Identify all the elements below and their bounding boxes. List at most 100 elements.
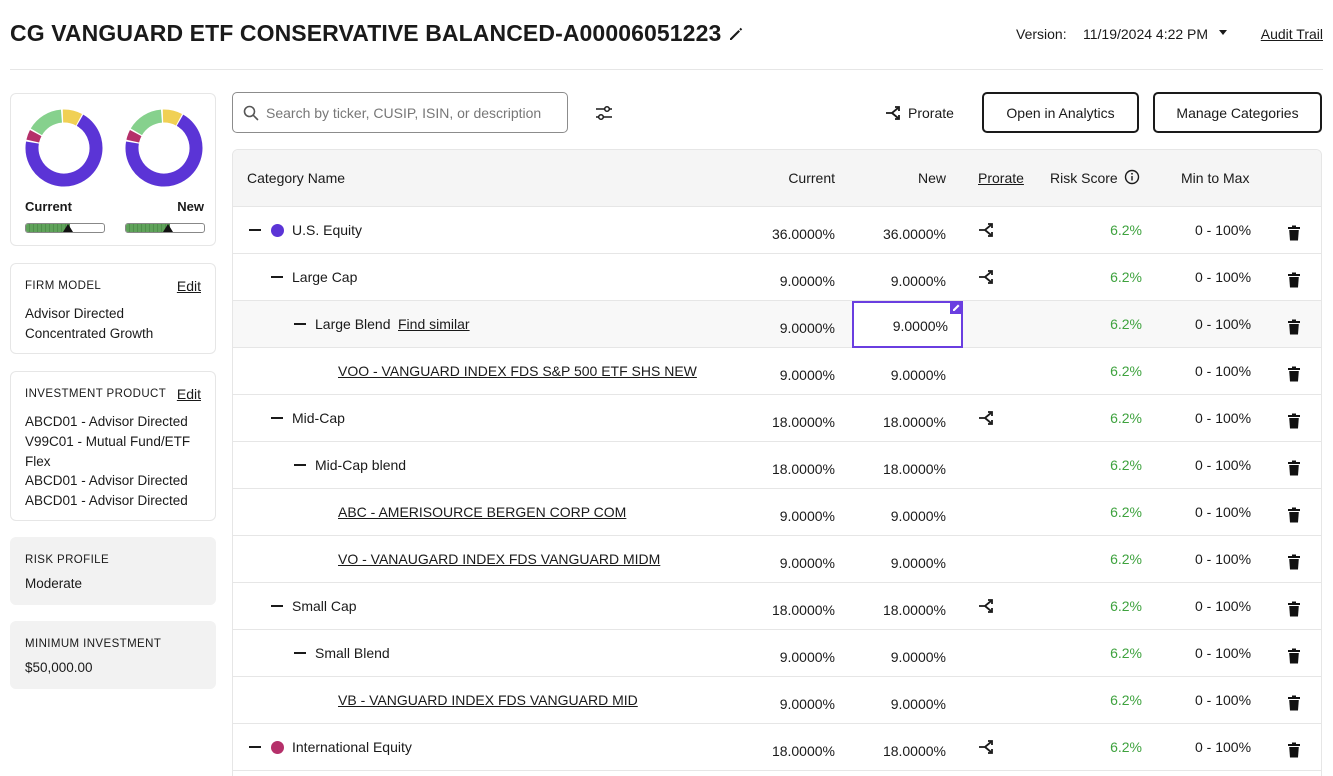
trash-icon[interactable] xyxy=(1287,742,1301,758)
new-value[interactable]: 18.0000% xyxy=(883,602,946,618)
risk-score: 6.2% xyxy=(1110,645,1142,661)
search-input[interactable] xyxy=(266,93,561,132)
min-max: 0 - 100% xyxy=(1195,269,1252,285)
security-link[interactable]: VOO - VANGUARD INDEX FDS S&P 500 ETF SHS… xyxy=(338,363,697,379)
column-header-prorate[interactable]: Prorate xyxy=(978,170,1024,186)
security-link[interactable]: VO - VANAUGARD INDEX FDS VANGUARD MIDM xyxy=(338,551,660,567)
category-name: U.S. Equity xyxy=(292,222,363,238)
table-row: Large Cap 9.0000% 9.0000% 6.2% 0 - 100% xyxy=(233,254,1321,301)
prorate-icon[interactable] xyxy=(977,268,995,286)
min-max: 0 - 100% xyxy=(1195,363,1252,379)
new-value[interactable]: 36.0000% xyxy=(883,226,946,242)
version-select[interactable]: 11/19/2024 4:22 PM xyxy=(1083,26,1208,42)
risk-score: 6.2% xyxy=(1110,551,1142,567)
investment-product-heading: INVESTMENT PRODUCT xyxy=(25,388,167,400)
new-value[interactable]: 9.0000% xyxy=(891,367,946,383)
current-value: 9.0000% xyxy=(779,508,835,524)
new-value-input[interactable] xyxy=(854,303,961,346)
trash-icon[interactable] xyxy=(1287,601,1301,617)
new-value[interactable]: 9.0000% xyxy=(891,273,946,289)
collapse-icon[interactable] xyxy=(271,605,283,607)
category-name: Large Cap xyxy=(292,269,358,285)
prorate-button[interactable]: Prorate xyxy=(884,103,954,123)
security-link[interactable]: ABC - AMERISOURCE BERGEN CORP COM xyxy=(338,504,626,520)
manage-categories-button[interactable]: Manage Categories xyxy=(1153,92,1322,133)
security-link[interactable]: VB - VANGUARD INDEX FDS VANGUARD MID xyxy=(338,692,638,708)
allocation-table: Category Name Current New Prorate Risk S… xyxy=(232,149,1322,776)
collapse-icon[interactable] xyxy=(249,746,261,748)
trash-icon[interactable] xyxy=(1287,413,1301,429)
page-header: CG VANGUARD ETF CONSERVATIVE BALANCED-A0… xyxy=(10,0,1323,70)
new-value[interactable]: 9.0000% xyxy=(891,555,946,571)
category-name: Large Blend xyxy=(315,316,391,332)
table-row: Small Blend 9.0000% 9.0000% 6.2% 0 - 100… xyxy=(233,630,1321,677)
version-label: Version: xyxy=(1016,26,1067,42)
risk-profile-card: RISK PROFILE Moderate xyxy=(10,537,216,605)
minimum-investment-value: $50,000.00 xyxy=(25,660,93,675)
trash-icon[interactable] xyxy=(1287,460,1301,476)
column-header-current: Current xyxy=(788,170,835,186)
table-row: VB - VANGUARD INDEX FDS VANGUARD MID 9.0… xyxy=(233,677,1321,724)
collapse-icon[interactable] xyxy=(249,229,261,231)
caret-down-icon[interactable] xyxy=(1216,25,1230,39)
category-name: Small Blend xyxy=(315,645,390,661)
collapse-icon[interactable] xyxy=(271,417,283,419)
trash-icon[interactable] xyxy=(1287,366,1301,382)
trash-icon[interactable] xyxy=(1287,648,1301,664)
current-value: 9.0000% xyxy=(779,696,835,712)
trash-icon[interactable] xyxy=(1287,225,1301,241)
current-value: 9.0000% xyxy=(779,273,835,289)
prorate-icon[interactable] xyxy=(977,738,995,756)
table-row: Mid-Cap blend 18.0000% 18.0000% 6.2% 0 -… xyxy=(233,442,1321,489)
table-row: VO - VANAUGARD INDEX FDS VANGUARD MIDM 9… xyxy=(233,536,1321,583)
risk-score: 6.2% xyxy=(1110,457,1142,473)
new-value[interactable]: 18.0000% xyxy=(883,414,946,430)
collapse-icon[interactable] xyxy=(271,276,283,278)
new-label: New xyxy=(177,199,204,214)
investment-product-values: ABCD01 - Advisor Directed V99C01 - Mutua… xyxy=(25,412,190,511)
find-similar-link[interactable]: Find similar xyxy=(398,316,470,332)
open-in-analytics-button[interactable]: Open in Analytics xyxy=(982,92,1139,133)
table-row: Large Blend Find similar 9.0000% 6.2% 0 … xyxy=(233,301,1321,348)
audit-trail-link[interactable]: Audit Trail xyxy=(1261,26,1323,42)
current-value: 9.0000% xyxy=(779,555,835,571)
category-name: International Equity xyxy=(292,739,412,755)
min-max: 0 - 100% xyxy=(1195,598,1252,614)
trash-icon[interactable] xyxy=(1287,554,1301,570)
trash-icon[interactable] xyxy=(1287,319,1301,335)
prorate-icon[interactable] xyxy=(977,597,995,615)
prorate-icon[interactable] xyxy=(977,221,995,239)
allocation-charts-card: Current New xyxy=(10,93,216,246)
min-max: 0 - 100% xyxy=(1195,551,1252,567)
trash-icon[interactable] xyxy=(1287,695,1301,711)
new-value[interactable]: 18.0000% xyxy=(883,743,946,759)
pencil-icon[interactable] xyxy=(727,25,745,43)
investment-product-edit-link[interactable]: Edit xyxy=(177,386,201,402)
collapse-icon[interactable] xyxy=(294,323,306,325)
collapse-icon[interactable] xyxy=(294,652,306,654)
column-header-category: Category Name xyxy=(247,170,346,186)
trash-icon[interactable] xyxy=(1287,507,1301,523)
risk-score: 6.2% xyxy=(1110,222,1142,238)
firm-model-edit-link[interactable]: Edit xyxy=(177,278,201,294)
investment-product-line: ABCD01 - Advisor Directed xyxy=(25,473,188,489)
category-name: Mid-Cap xyxy=(292,410,345,426)
investment-product-line: ABCD01 - Advisor Directed xyxy=(25,414,188,429)
investment-product-line: ABCD01 - Advisor Directed xyxy=(25,493,188,509)
current-allocation-donut xyxy=(25,109,103,187)
collapse-icon[interactable] xyxy=(294,464,306,466)
min-max: 0 - 100% xyxy=(1195,222,1252,238)
prorate-icon[interactable] xyxy=(977,409,995,427)
risk-score: 6.2% xyxy=(1110,363,1142,379)
info-icon[interactable] xyxy=(1124,169,1140,185)
new-value[interactable]: 18.0000% xyxy=(883,461,946,477)
filter-settings-icon[interactable] xyxy=(594,103,614,123)
new-value[interactable]: 9.0000% xyxy=(891,508,946,524)
new-value[interactable]: 9.0000% xyxy=(891,696,946,712)
current-value: 18.0000% xyxy=(771,414,835,430)
firm-model-line: Advisor Directed xyxy=(25,306,125,321)
search-icon xyxy=(243,105,259,121)
trash-icon[interactable] xyxy=(1287,272,1301,288)
category-color-dot xyxy=(271,741,284,754)
new-value[interactable]: 9.0000% xyxy=(891,649,946,665)
